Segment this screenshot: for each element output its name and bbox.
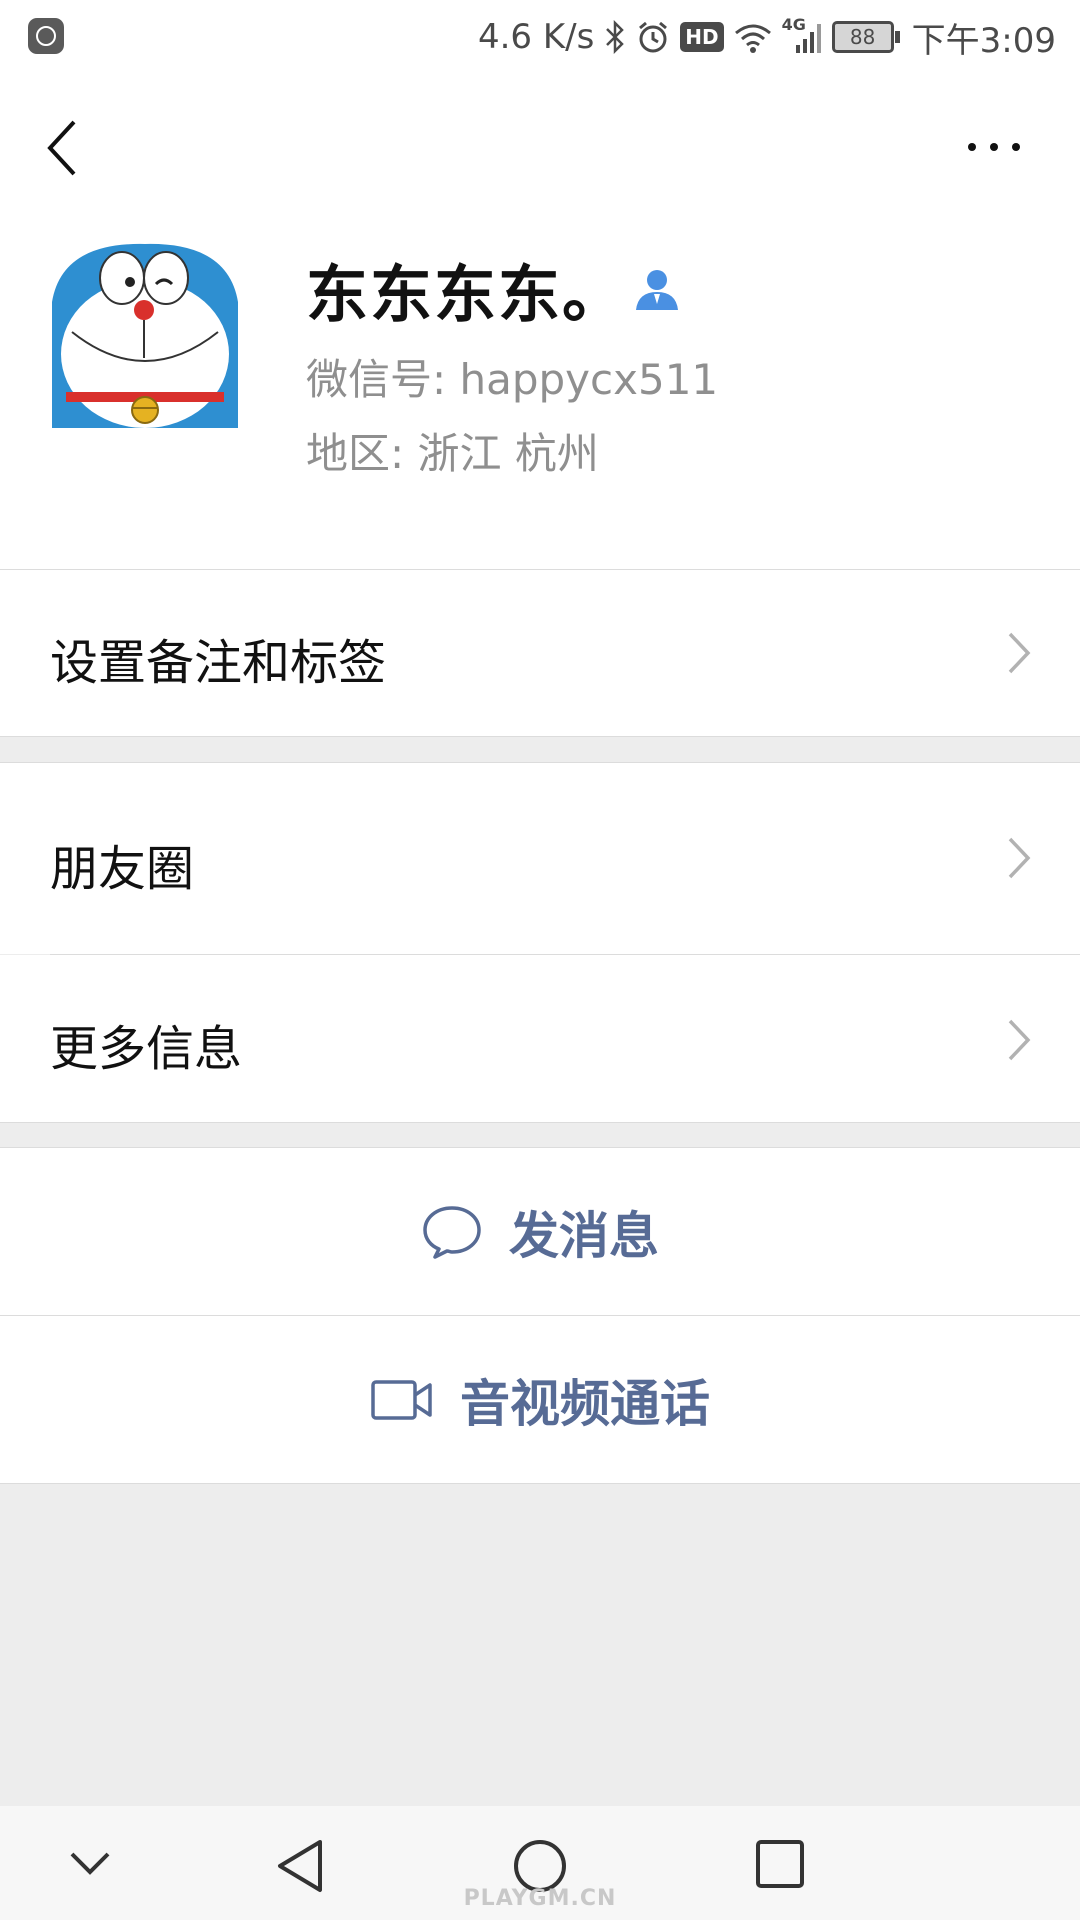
chevron-down-icon[interactable]	[68, 1848, 112, 1878]
recents-square-icon[interactable]	[754, 1838, 806, 1890]
clock: 下午3:09	[911, 20, 1056, 61]
video-call-button[interactable]: 音视频通话	[0, 1316, 1080, 1483]
cell-more-info[interactable]: 更多信息	[0, 955, 1080, 1122]
cell-label-remark: 设置备注和标签	[50, 635, 387, 691]
contact-person-icon	[636, 270, 679, 310]
contact-profile-page: 4.6 K/s HD 4G 88 下午3:09 东东东东。 微信号: happy…	[0, 0, 1080, 1920]
back-chevron-icon[interactable]	[42, 118, 82, 178]
watermark: PLAYGM.CN	[463, 1886, 617, 1911]
chevron-right-icon	[1008, 632, 1031, 674]
profile-header: 东东东东。 微信号: happycx511 地区: 浙江 杭州	[0, 74, 1080, 570]
divider	[0, 736, 1080, 737]
cell-moments[interactable]: 朋友圈	[0, 763, 1080, 954]
avatar[interactable]	[52, 242, 238, 428]
video-camera-icon	[371, 1379, 432, 1420]
divider	[0, 1315, 1080, 1316]
alarm-icon	[639, 21, 668, 53]
status-bar: 4.6 K/s HD 4G 88 下午3:09	[0, 0, 1080, 74]
mi-icon	[28, 18, 64, 54]
signal-icon: 4G	[782, 15, 822, 55]
wifi-icon	[734, 24, 771, 53]
chat-bubble-icon	[423, 1205, 481, 1259]
battery-icon: 88	[831, 21, 900, 53]
send-message-label: 发消息	[509, 1206, 659, 1265]
status-bar-right: 4.6 K/s HD 4G 88 下午3:09	[477, 14, 1056, 61]
bluetooth-icon	[606, 20, 625, 54]
wechat-id: 微信号: happycx511	[306, 355, 719, 404]
region: 地区: 浙江 杭州	[306, 429, 599, 478]
video-call-label: 音视频通话	[460, 1374, 710, 1433]
name-row: 东东东东。	[306, 244, 680, 334]
divider	[0, 1483, 1080, 1484]
chevron-right-icon	[1008, 837, 1031, 879]
send-message-button[interactable]: 发消息	[0, 1148, 1080, 1315]
divider	[0, 1122, 1080, 1123]
cell-remark-tags[interactable]: 设置备注和标签	[0, 570, 1080, 736]
cell-label-more-info: 更多信息	[50, 1021, 243, 1077]
divider	[50, 954, 1080, 955]
network-speed: 4.6 K/s	[477, 17, 595, 57]
cell-label-moments: 朋友圈	[50, 841, 195, 897]
contact-name: 东东东东。	[306, 258, 627, 331]
chevron-right-icon	[1008, 1019, 1031, 1061]
more-dots-icon[interactable]	[964, 132, 1024, 162]
hd-icon: HD	[680, 22, 724, 52]
